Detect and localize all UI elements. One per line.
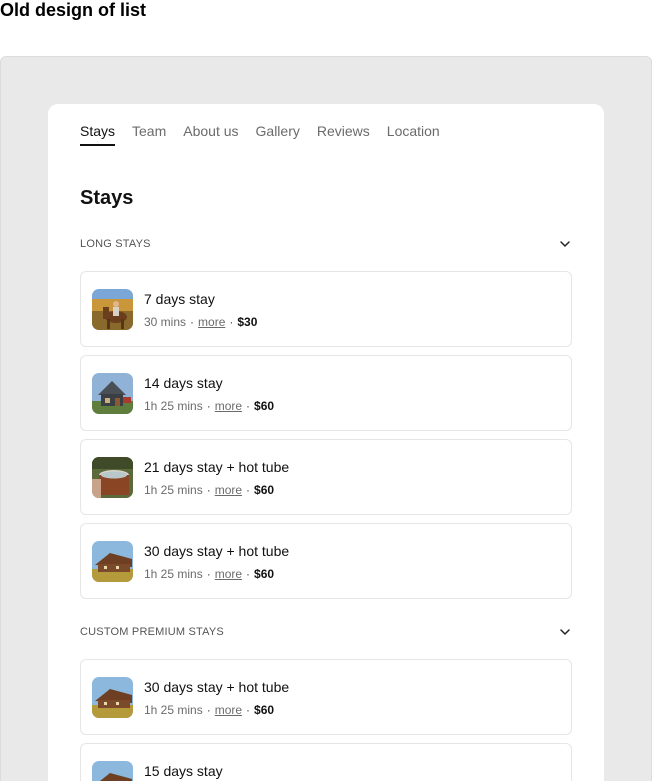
list-item[interactable]: 15 days stay <box>80 743 572 781</box>
item-price: $60 <box>254 703 275 717</box>
hot-tub-photo-thumbnail <box>92 457 133 498</box>
item-meta: 1h 25 mins · more · $60 <box>144 482 274 498</box>
item-title: 30 days stay + hot tube <box>144 543 290 559</box>
separator-dot: · <box>229 315 234 329</box>
item-price: $60 <box>254 399 275 413</box>
separator-dot: · <box>246 567 251 581</box>
list-item[interactable]: 30 days stay + hot tube 1h 25 mins · more ·… <box>80 523 572 599</box>
tab-team[interactable]: Team <box>132 122 166 146</box>
separator-dot: · <box>206 567 211 581</box>
item-price: $60 <box>254 567 275 581</box>
item-title: 15 days stay <box>144 763 223 779</box>
item-duration: 1h 25 mins <box>144 483 203 497</box>
group-header-long-stays[interactable]: LONG STAYS <box>80 234 572 254</box>
item-meta: 1h 25 mins · more · $60 <box>144 566 274 582</box>
list-item[interactable]: 21 days stay + hot tube 1h 25 mins · more ·… <box>80 439 572 515</box>
group-label: CUSTOM PREMIUM STAYS <box>80 626 224 638</box>
separator-dot: · <box>206 483 211 497</box>
item-meta: 30 mins · more · $30 <box>144 314 257 330</box>
tab-bar: Stays Team About us Gallery Reviews Loca… <box>80 122 440 148</box>
list-item[interactable]: 30 days stay + hot tube 1h 25 mins · more ·… <box>80 659 572 735</box>
item-duration: 1h 25 mins <box>144 567 203 581</box>
cabin-photo-thumbnail <box>92 373 133 414</box>
item-title: 21 days stay + hot tube <box>144 459 290 475</box>
more-link[interactable]: more <box>215 703 242 717</box>
tab-location[interactable]: Location <box>387 122 440 146</box>
more-link[interactable]: more <box>215 483 242 497</box>
chevron-down-icon[interactable] <box>558 237 572 251</box>
farmhouse-photo-thumbnail <box>92 541 133 582</box>
more-link[interactable]: more <box>215 567 242 581</box>
list-item[interactable]: 14 days stay 1h 25 mins · more · $60 <box>80 355 572 431</box>
item-price: $30 <box>237 315 258 329</box>
farmhouse-photo-thumbnail <box>92 761 133 781</box>
horse-photo-thumbnail <box>92 289 133 330</box>
chevron-down-icon[interactable] <box>558 625 572 639</box>
section-title: Stays <box>80 187 134 209</box>
group-label: LONG STAYS <box>80 238 151 250</box>
item-price: $60 <box>254 483 275 497</box>
item-duration: 1h 25 mins <box>144 703 203 717</box>
item-title: 30 days stay + hot tube <box>144 679 290 695</box>
group-header-custom-premium-stays[interactable]: CUSTOM PREMIUM STAYS <box>80 622 572 642</box>
item-duration: 30 mins <box>144 315 187 329</box>
item-duration: 1h 25 mins <box>144 399 203 413</box>
separator-dot: · <box>206 399 211 413</box>
tab-gallery[interactable]: Gallery <box>256 122 300 146</box>
separator-dot: · <box>206 703 211 717</box>
item-meta: 1h 25 mins · more · $60 <box>144 398 274 414</box>
separator-dot: · <box>190 315 195 329</box>
separator-dot: · <box>246 483 251 497</box>
tab-stays[interactable]: Stays <box>80 122 116 146</box>
tab-about-us[interactable]: About us <box>183 122 238 146</box>
more-link[interactable]: more <box>215 399 242 413</box>
more-link[interactable]: more <box>198 315 225 329</box>
farmhouse-photo-thumbnail <box>92 677 133 718</box>
item-title: 14 days stay <box>144 375 223 391</box>
separator-dot: · <box>246 399 251 413</box>
page-heading: Old design of list <box>0 0 147 20</box>
stays-card: Stays Team About us Gallery Reviews Loca… <box>48 104 604 781</box>
list-item[interactable]: 7 days stay 30 mins · more · $30 <box>80 271 572 347</box>
separator-dot: · <box>246 703 251 717</box>
tab-reviews[interactable]: Reviews <box>317 122 370 146</box>
item-title: 7 days stay <box>144 291 215 307</box>
item-meta: 1h 25 mins · more · $60 <box>144 702 274 718</box>
